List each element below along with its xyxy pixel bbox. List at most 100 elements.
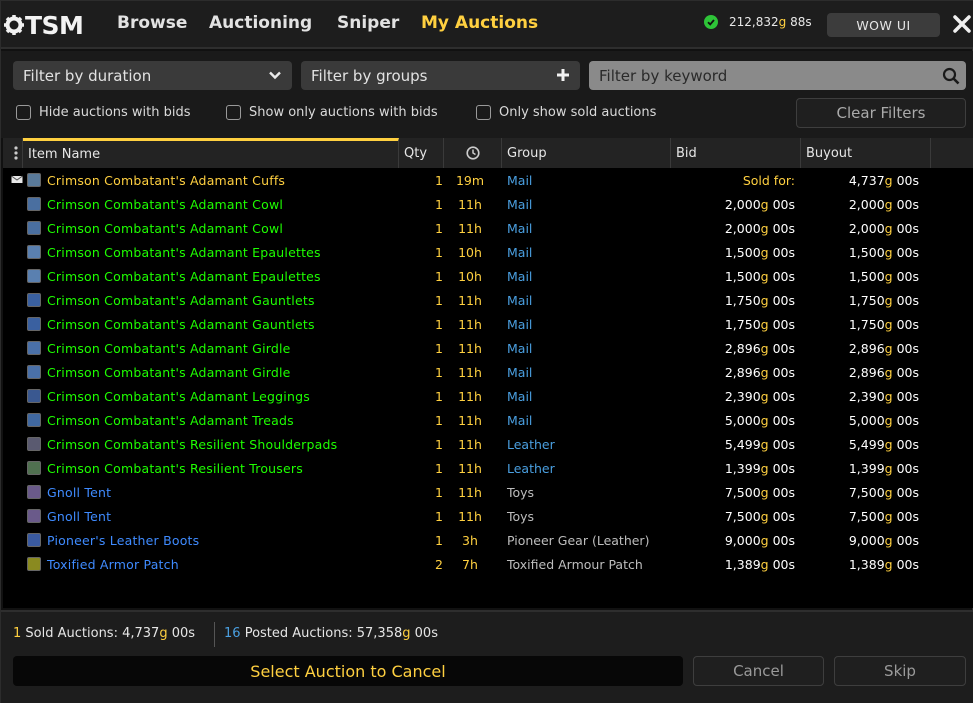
item-bid: 1,750g 00s [724,317,795,332]
item-time-left: 11h [458,365,482,380]
checkbox-box[interactable] [476,105,491,120]
item-name[interactable]: Crimson Combatant's Resilient Shoulderpa… [47,437,337,452]
column-header-item-name[interactable]: Item Name [23,138,399,168]
item-icon [27,197,41,211]
column-header-bid[interactable]: Bid [671,138,801,168]
item-name[interactable]: Pioneer's Leather Boots [47,533,199,548]
item-name[interactable]: Crimson Combatant's Adamant Treads [47,413,294,428]
column-header-group[interactable]: Group [502,138,671,168]
item-icon [27,389,41,403]
item-icon [27,173,41,187]
item-buyout: 2,896g 00s [848,341,919,356]
item-icon [27,221,41,235]
item-qty: 1 [435,509,443,524]
item-name[interactable]: Crimson Combatant's Adamant Cuffs [47,173,285,188]
item-qty: 1 [435,293,443,308]
item-name[interactable]: Gnoll Tent [47,509,111,524]
table-row[interactable]: Crimson Combatant's Resilient Shoulderpa… [3,432,973,456]
skip-button[interactable]: Skip [834,656,966,686]
item-group: Pioneer Gear (Leather) [507,533,650,548]
item-name[interactable]: Gnoll Tent [47,485,111,500]
column-menu-icon[interactable] [3,138,23,168]
nav-sniper[interactable]: Sniper [337,13,399,33]
item-name[interactable]: Crimson Combatant's Adamant Epaulettes [47,269,321,284]
groups-filter-dropdown[interactable]: Filter by groups [301,61,580,90]
item-bid: 7,500g 00s [724,509,795,524]
item-group: Mail [507,413,533,428]
item-qty: 1 [435,413,443,428]
item-name[interactable]: Crimson Combatant's Adamant Leggings [47,389,310,404]
wow-ui-button[interactable]: WOW UI [827,13,940,37]
item-bid: 5,499g 00s [724,437,795,452]
item-time-left: 7h [462,557,478,572]
item-qty: 1 [435,341,443,356]
table-row[interactable]: Crimson Combatant's Adamant Leggings 1 11h… [3,384,973,408]
checkbox-box[interactable] [226,105,241,120]
item-name[interactable]: Crimson Combatant's Adamant Cowl [47,221,283,236]
column-header-buyout[interactable]: Buyout [801,138,931,168]
column-header-time[interactable] [444,138,502,168]
cancel-button[interactable]: Cancel [693,656,824,686]
nav-auctioning[interactable]: Auctioning [209,13,312,33]
table-row[interactable]: Crimson Combatant's Adamant Epaulettes 1 1… [3,264,973,288]
close-icon[interactable] [951,13,973,35]
item-buyout: 1,500g 00s [848,245,919,260]
item-bid: 1,399g 00s [724,461,795,476]
item-name[interactable]: Crimson Combatant's Adamant Girdle [47,341,291,356]
filter-bar: Filter by duration Filter by groups Filt… [1,51,973,138]
gear-icon [4,15,24,35]
item-icon [27,509,41,523]
item-icon [27,293,41,307]
table-row[interactable]: Crimson Combatant's Adamant Treads 1 11h Ma… [3,408,973,432]
item-icon [27,269,41,283]
item-name[interactable]: Crimson Combatant's Adamant Cowl [47,197,283,212]
item-buyout: 2,896g 00s [848,365,919,380]
table-row[interactable]: Crimson Combatant's Adamant Cowl 1 11h Mail… [3,192,973,216]
checkbox-box[interactable] [16,105,31,120]
table-row[interactable]: Gnoll Tent 1 11h Toys 7,500g 00s 7,500g 00s [3,480,973,504]
table-row[interactable]: Crimson Combatant's Resilient Trousers 1 1… [3,456,973,480]
duration-filter-dropdown[interactable]: Filter by duration [13,61,292,90]
hide-with-bids-checkbox[interactable]: Hide auctions with bids [16,105,191,120]
item-icon [27,485,41,499]
item-bid: 1,389g 00s [724,557,795,572]
chevron-down-icon [269,71,281,80]
item-time-left: 11h [458,341,482,356]
item-name[interactable]: Crimson Combatant's Adamant Gauntlets [47,317,315,332]
checkbox-label: Hide auctions with bids [39,105,191,120]
item-qty: 1 [435,317,443,332]
table-row[interactable]: Crimson Combatant's Adamant Girdle 1 11h Ma… [3,336,973,360]
clear-filters-button[interactable]: Clear Filters [796,98,966,128]
nav-browse[interactable]: Browse [117,13,187,33]
duration-filter-label: Filter by duration [23,66,152,85]
keyword-filter-input[interactable]: Filter by keyword [589,61,966,90]
item-time-left: 19m [455,173,485,188]
item-time-left: 11h [458,485,482,500]
table-row[interactable]: Crimson Combatant's Adamant Girdle 1 11h Ma… [3,360,973,384]
table-row[interactable]: Gnoll Tent 1 11h Toys 7,500g 00s 7,500g 00s [3,504,973,528]
item-bid: 2,000g 00s [724,197,795,212]
tsm-window: TSM Browse Auctioning Sniper My Auctions… [0,0,973,703]
table-row[interactable]: Crimson Combatant's Adamant Cuffs 1 19m Mai… [3,168,973,192]
table-row[interactable]: Crimson Combatant's Adamant Cowl 1 11h Mail… [3,216,973,240]
column-header-qty[interactable]: Qty [399,138,444,168]
item-icon [27,341,41,355]
item-name[interactable]: Crimson Combatant's Adamant Gauntlets [47,293,315,308]
only-with-bids-checkbox[interactable]: Show only auctions with bids [226,105,438,120]
table-row[interactable]: Toxified Armor Patch 2 7h Toxified Armour P… [3,552,973,576]
only-sold-checkbox[interactable]: Only show sold auctions [476,105,656,120]
item-group: Mail [507,293,533,308]
item-group: Mail [507,197,533,212]
table-row[interactable]: Crimson Combatant's Adamant Gauntlets 1 11… [3,288,973,312]
item-name[interactable]: Toxified Armor Patch [47,557,179,572]
item-name[interactable]: Crimson Combatant's Adamant Girdle [47,365,291,380]
item-name[interactable]: Crimson Combatant's Resilient Trousers [47,461,303,476]
nav-my-auctions[interactable]: My Auctions [421,13,538,33]
item-name[interactable]: Crimson Combatant's Adamant Epaulettes [47,245,321,260]
item-qty: 1 [435,365,443,380]
item-bid: 2,000g 00s [724,221,795,236]
table-row[interactable]: Crimson Combatant's Adamant Gauntlets 1 11… [3,312,973,336]
item-group: Mail [507,317,533,332]
table-row[interactable]: Crimson Combatant's Adamant Epaulettes 1 1… [3,240,973,264]
table-row[interactable]: Pioneer's Leather Boots 1 3h Pioneer Gear (… [3,528,973,552]
